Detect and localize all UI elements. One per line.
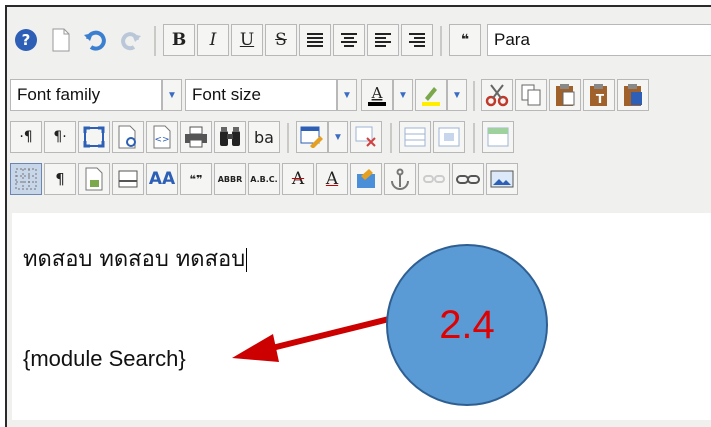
unlink-icon[interactable] <box>418 163 450 195</box>
svg-text:<>: <> <box>154 135 169 145</box>
grid-visual-aid-icon[interactable] <box>10 163 42 195</box>
pagebreak-icon[interactable] <box>112 163 144 195</box>
paste-text-icon[interactable]: T <box>583 79 615 111</box>
text-color-button[interactable]: A <box>361 79 393 111</box>
paste-word-icon[interactable] <box>617 79 649 111</box>
editor-line-thai-text: ทดสอบ ทดสอบ ทดสอบ <box>23 247 246 272</box>
font-family-select[interactable]: Font family <box>10 79 162 111</box>
toolbar-separator <box>154 26 156 56</box>
highlight-color-icon[interactable] <box>415 79 447 111</box>
copy-icon[interactable] <box>515 79 547 111</box>
editor-line-module: {module Search} <box>23 346 186 371</box>
text-caret <box>246 248 248 272</box>
link-icon[interactable] <box>452 163 484 195</box>
print-icon[interactable] <box>180 121 212 153</box>
code-icon[interactable]: <> <box>146 121 178 153</box>
font-family-value: Font family <box>17 85 101 104</box>
italic-button[interactable]: I <box>197 24 229 56</box>
image-icon[interactable] <box>486 163 518 195</box>
align-left-icon[interactable] <box>367 24 399 56</box>
template-icon[interactable] <box>78 163 110 195</box>
annotation-badge: 2.4 <box>386 244 548 406</box>
chevron-down-icon[interactable]: ▼ <box>162 79 182 111</box>
cut-icon[interactable] <box>481 79 513 111</box>
toolbar-separator <box>473 123 475 153</box>
align-right-icon[interactable] <box>401 24 433 56</box>
acronym-button[interactable]: A.B.C. <box>248 163 280 195</box>
fullscreen-icon[interactable] <box>78 121 110 153</box>
editor-line-thai: ทดสอบ ทดสอบ ทดสอบ <box>23 241 248 276</box>
row-properties-icon[interactable] <box>399 121 431 153</box>
replace-button[interactable]: ba <box>248 121 280 153</box>
align-center-icon[interactable] <box>333 24 365 56</box>
underline-button[interactable]: U <box>231 24 263 56</box>
preview-icon[interactable] <box>112 121 144 153</box>
format-select[interactable]: Para <box>487 24 711 56</box>
toolbar-row-3: ·¶ ¶· <> ba ▼ <box>7 117 711 159</box>
toolbar-separator <box>390 123 392 153</box>
insert-row-icon[interactable] <box>482 121 514 153</box>
chevron-down-icon[interactable]: ▼ <box>328 121 348 153</box>
align-justify-icon[interactable] <box>299 24 331 56</box>
chevron-down-icon[interactable]: ▼ <box>393 79 413 111</box>
visual-chars-button[interactable]: ¶· <box>44 121 76 153</box>
cite-button[interactable]: ❝❞ <box>180 163 212 195</box>
cell-properties-icon[interactable] <box>433 121 465 153</box>
chevron-down-icon[interactable]: ▼ <box>337 79 357 111</box>
toolbar-row-4: ¶ AA ❝❞ ABBR A.B.C. A A <box>7 159 711 201</box>
insert-text-button[interactable]: A <box>316 163 348 195</box>
toolbar-separator <box>287 123 289 153</box>
help-icon[interactable]: ? <box>10 24 42 56</box>
font-size-select[interactable]: Font size <box>185 79 337 111</box>
svg-text:A: A <box>371 84 383 102</box>
editor-content[interactable]: ทดสอบ ทดสอบ ทดสอบ {module Search} <box>12 213 711 420</box>
paragraph-button[interactable]: ¶ <box>44 163 76 195</box>
annotation-badge-label: 2.4 <box>439 302 495 347</box>
styles-button[interactable]: AA <box>146 163 178 195</box>
strikethrough-button[interactable]: S <box>265 24 297 56</box>
bold-button[interactable]: B <box>163 24 195 56</box>
toolbar-separator <box>440 26 442 56</box>
insert-table-icon[interactable] <box>296 121 328 153</box>
attributes-icon[interactable] <box>350 163 382 195</box>
abbr-button[interactable]: ABBR <box>214 163 246 195</box>
chevron-down-icon[interactable]: ▼ <box>447 79 467 111</box>
toolbar-separator <box>473 81 475 111</box>
toolbar-row-2: Font family ▼ Font size ▼ A ▼ ▼ T <box>7 73 711 115</box>
svg-text:T: T <box>596 92 605 106</box>
font-size-value: Font size <box>192 85 261 104</box>
delete-text-button[interactable]: A <box>282 163 314 195</box>
toolbar-row-1: ? B I U S ❝ Para <box>7 20 711 62</box>
blockquote-button[interactable]: ❝ <box>449 24 481 56</box>
show-blocks-button[interactable]: ·¶ <box>10 121 42 153</box>
delete-table-icon[interactable] <box>350 121 382 153</box>
paste-icon[interactable] <box>549 79 581 111</box>
svg-text:?: ? <box>22 31 31 49</box>
anchor-icon[interactable] <box>384 163 416 195</box>
undo-icon[interactable] <box>79 24 111 56</box>
format-select-value: Para <box>494 30 530 49</box>
redo-icon[interactable] <box>115 24 147 56</box>
find-icon[interactable] <box>214 121 246 153</box>
new-document-icon[interactable] <box>45 24 77 56</box>
